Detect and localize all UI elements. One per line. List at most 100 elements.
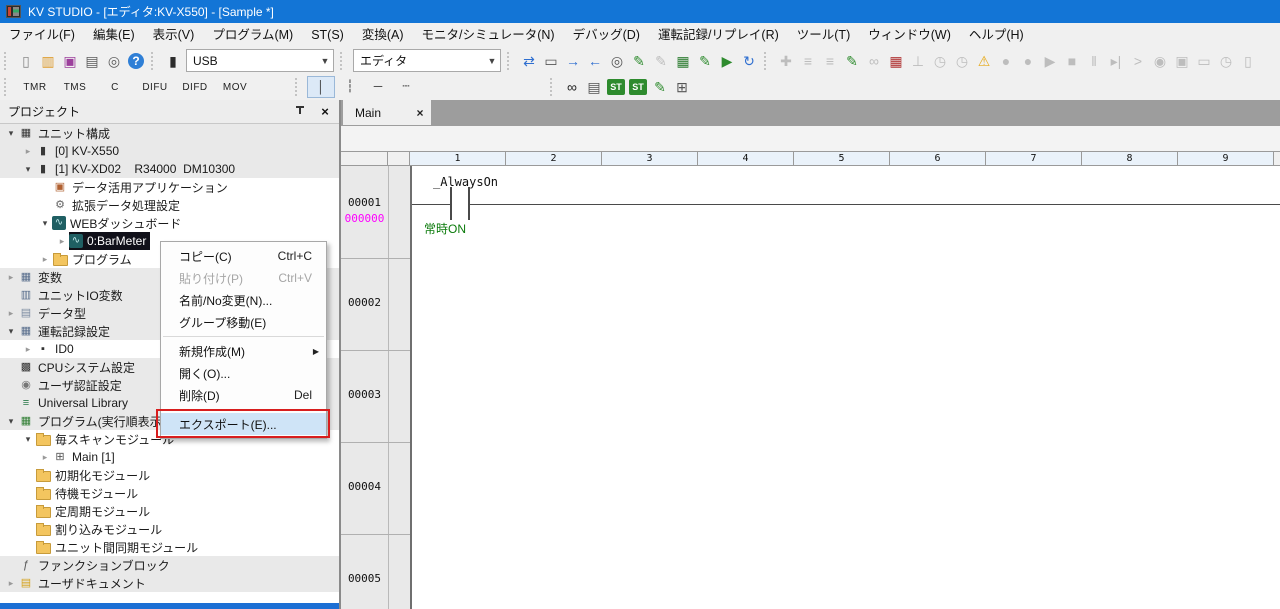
tree-item-label[interactable]: Main [1]: [72, 450, 115, 464]
tree-item-label[interactable]: データ型: [38, 305, 86, 322]
registration-monitor-icon[interactable]: ▦: [885, 50, 907, 71]
instruction-button-difd[interactable]: DIFD: [178, 81, 212, 94]
tree-item-label[interactable]: Universal Library: [38, 396, 128, 410]
tree-item-24[interactable]: ƒ ファンクションブロック: [0, 556, 339, 574]
context-menu-item-6[interactable]: 開く(O)...: [161, 362, 326, 384]
tree-item-label[interactable]: ユーザ認証設定: [38, 377, 122, 394]
menu-7[interactable]: デバッグ(D): [564, 23, 649, 47]
context-menu-item-0[interactable]: コピー(C) Ctrl+C: [161, 245, 326, 267]
menu-3[interactable]: プログラム(M): [203, 23, 302, 47]
ladder-monitor-icon[interactable]: ▦: [672, 50, 694, 71]
menu-2[interactable]: 表示(V): [144, 23, 204, 47]
edit-check-icon[interactable]: ✎: [649, 77, 671, 98]
tree-item-label[interactable]: ユニットIO変数: [38, 287, 123, 304]
instruction-button-tms[interactable]: TMS: [58, 81, 92, 94]
selected-tree-item[interactable]: ∿0:BarMeter: [69, 232, 150, 250]
chevron-down-icon[interactable]: ▼: [317, 56, 333, 66]
read-from-plc-icon[interactable]: ←: [584, 50, 606, 71]
script-edit-icon[interactable]: ✎: [841, 50, 863, 71]
chevron-collapsed-icon[interactable]: ▸: [21, 146, 35, 157]
tree-item-0[interactable]: ▾ ▦ ユニット構成: [0, 124, 339, 142]
tree-item-label[interactable]: データ活用アプリケーション: [72, 179, 228, 196]
editor-mode-icon[interactable]: ✎: [694, 50, 716, 71]
no-contact-icon[interactable]: [450, 187, 452, 220]
chevron-collapsed-icon[interactable]: ▸: [4, 272, 18, 283]
tree-item-label[interactable]: ユニット間同期モジュール: [55, 539, 198, 556]
horizontal-line-icon[interactable]: ─: [365, 76, 391, 96]
tree-item-label[interactable]: ユーザドキュメント: [38, 575, 146, 592]
tree-item-1[interactable]: ▸ ▮ [0] KV-X550: [0, 142, 339, 160]
tree-item-3[interactable]: ▣ データ活用アプリケーション: [0, 178, 339, 196]
print-icon[interactable]: ▤: [81, 50, 103, 71]
tree-item-label[interactable]: 割り込みモジュール: [55, 521, 162, 538]
tree-item-label[interactable]: 変数: [38, 269, 62, 286]
tree-item-4[interactable]: ⚙ 拡張データ処理設定: [0, 196, 339, 214]
comm-settings-icon[interactable]: ⇄: [518, 50, 540, 71]
tree-item-22[interactable]: 割り込みモジュール: [0, 520, 339, 538]
contact-device-label[interactable]: _AlwaysOn: [433, 175, 498, 189]
tab-main[interactable]: Main ×: [343, 100, 431, 125]
chevron-collapsed-icon[interactable]: ▸: [38, 452, 52, 463]
mode-dropdown[interactable]: エディタ ▼: [353, 49, 501, 72]
new-file-icon[interactable]: ▯: [15, 50, 37, 71]
pin-icon[interactable]: [295, 106, 305, 118]
find-icon[interactable]: ∞: [561, 77, 583, 98]
save-project-icon[interactable]: ▣: [59, 50, 81, 71]
tree-item-label[interactable]: 初期化モジュール: [55, 467, 150, 484]
ladder-grid[interactable]: 0000100000000002000030000400005 _AlwaysO…: [341, 166, 1280, 609]
vertical-line-icon[interactable]: │: [307, 76, 335, 98]
chevron-collapsed-icon[interactable]: ▸: [55, 236, 69, 247]
close-icon[interactable]: ×: [317, 104, 333, 119]
chevron-expanded-icon[interactable]: ▾: [21, 434, 35, 445]
tree-item-18[interactable]: ▸ ⊞ Main [1]: [0, 448, 339, 466]
instruction-button-mov[interactable]: MOV: [218, 81, 252, 94]
st-editor-icon[interactable]: ST: [607, 79, 625, 95]
vertical-dotted-line-icon[interactable]: ┆: [337, 76, 363, 96]
menu-0[interactable]: ファイル(F): [0, 23, 84, 47]
menu-5[interactable]: 変換(A): [353, 23, 413, 47]
tree-item-20[interactable]: 待機モジュール: [0, 484, 339, 502]
tree-item-label[interactable]: 0:BarMeter: [87, 234, 146, 248]
help-icon[interactable]: ?: [128, 53, 144, 69]
chevron-collapsed-icon[interactable]: ▸: [21, 344, 35, 355]
instruction-button-tmr[interactable]: TMR: [18, 81, 52, 94]
instruction-button-difu[interactable]: DIFU: [138, 81, 172, 94]
tree-item-label[interactable]: ID0: [55, 342, 74, 356]
simulator-run-icon[interactable]: ▶: [716, 50, 738, 71]
chevron-down-icon[interactable]: ▼: [484, 56, 500, 66]
write-to-plc-icon[interactable]: →: [562, 50, 584, 71]
menu-1[interactable]: 編集(E): [84, 23, 144, 47]
tree-item-label[interactable]: WEBダッシュボード: [70, 215, 181, 232]
module-view-icon[interactable]: ⊞: [671, 77, 693, 98]
tree-item-2[interactable]: ▾ ▮ [1] KV-XD02 R34000 DM10300: [0, 160, 339, 178]
context-menu-item-3[interactable]: グループ移動(E): [161, 311, 326, 333]
verify-program-icon[interactable]: ◎: [606, 50, 628, 71]
menu-9[interactable]: ツール(T): [788, 23, 859, 47]
print-preview-icon[interactable]: ◎: [103, 50, 125, 71]
context-menu-item-7[interactable]: 削除(D) Del: [161, 384, 326, 406]
replay-icon[interactable]: ↻: [738, 50, 760, 71]
menu-8[interactable]: 運転記録/リプレイ(R): [649, 23, 788, 47]
context-menu-item-2[interactable]: 名前/No変更(N)...: [161, 289, 326, 311]
tree-item-label[interactable]: [0] KV-X550: [55, 144, 119, 158]
tree-item-label[interactable]: ユニット構成: [38, 125, 110, 142]
tree-item-25[interactable]: ▸ ▤ ユーザドキュメント: [0, 574, 339, 592]
usb-device-icon[interactable]: ▮: [162, 50, 184, 71]
chevron-expanded-icon[interactable]: ▾: [21, 164, 35, 175]
tree-item-21[interactable]: 定周期モジュール: [0, 502, 339, 520]
chevron-collapsed-icon[interactable]: ▸: [4, 308, 18, 319]
chevron-collapsed-icon[interactable]: ▸: [4, 578, 18, 589]
tree-item-label[interactable]: ファンクションブロック: [38, 557, 170, 574]
no-contact-icon[interactable]: [468, 187, 470, 220]
context-menu-item-5[interactable]: 新規作成(M) ▶: [161, 340, 326, 362]
connection-dropdown[interactable]: USB ▼: [186, 49, 334, 72]
menu-6[interactable]: モニタ/シミュレータ(N): [413, 23, 564, 47]
tree-item-19[interactable]: 初期化モジュール: [0, 466, 339, 484]
open-project-icon[interactable]: ▥: [37, 50, 59, 71]
tab-close-icon[interactable]: ×: [409, 106, 431, 120]
chevron-expanded-icon[interactable]: ▾: [4, 416, 18, 427]
usage-list-icon[interactable]: ▤: [583, 77, 605, 98]
st-ladder-icon[interactable]: ST: [629, 79, 647, 95]
tree-item-label[interactable]: [1] KV-XD02 R34000 DM10300: [55, 162, 235, 176]
plc-info-icon[interactable]: ▭: [540, 50, 562, 71]
